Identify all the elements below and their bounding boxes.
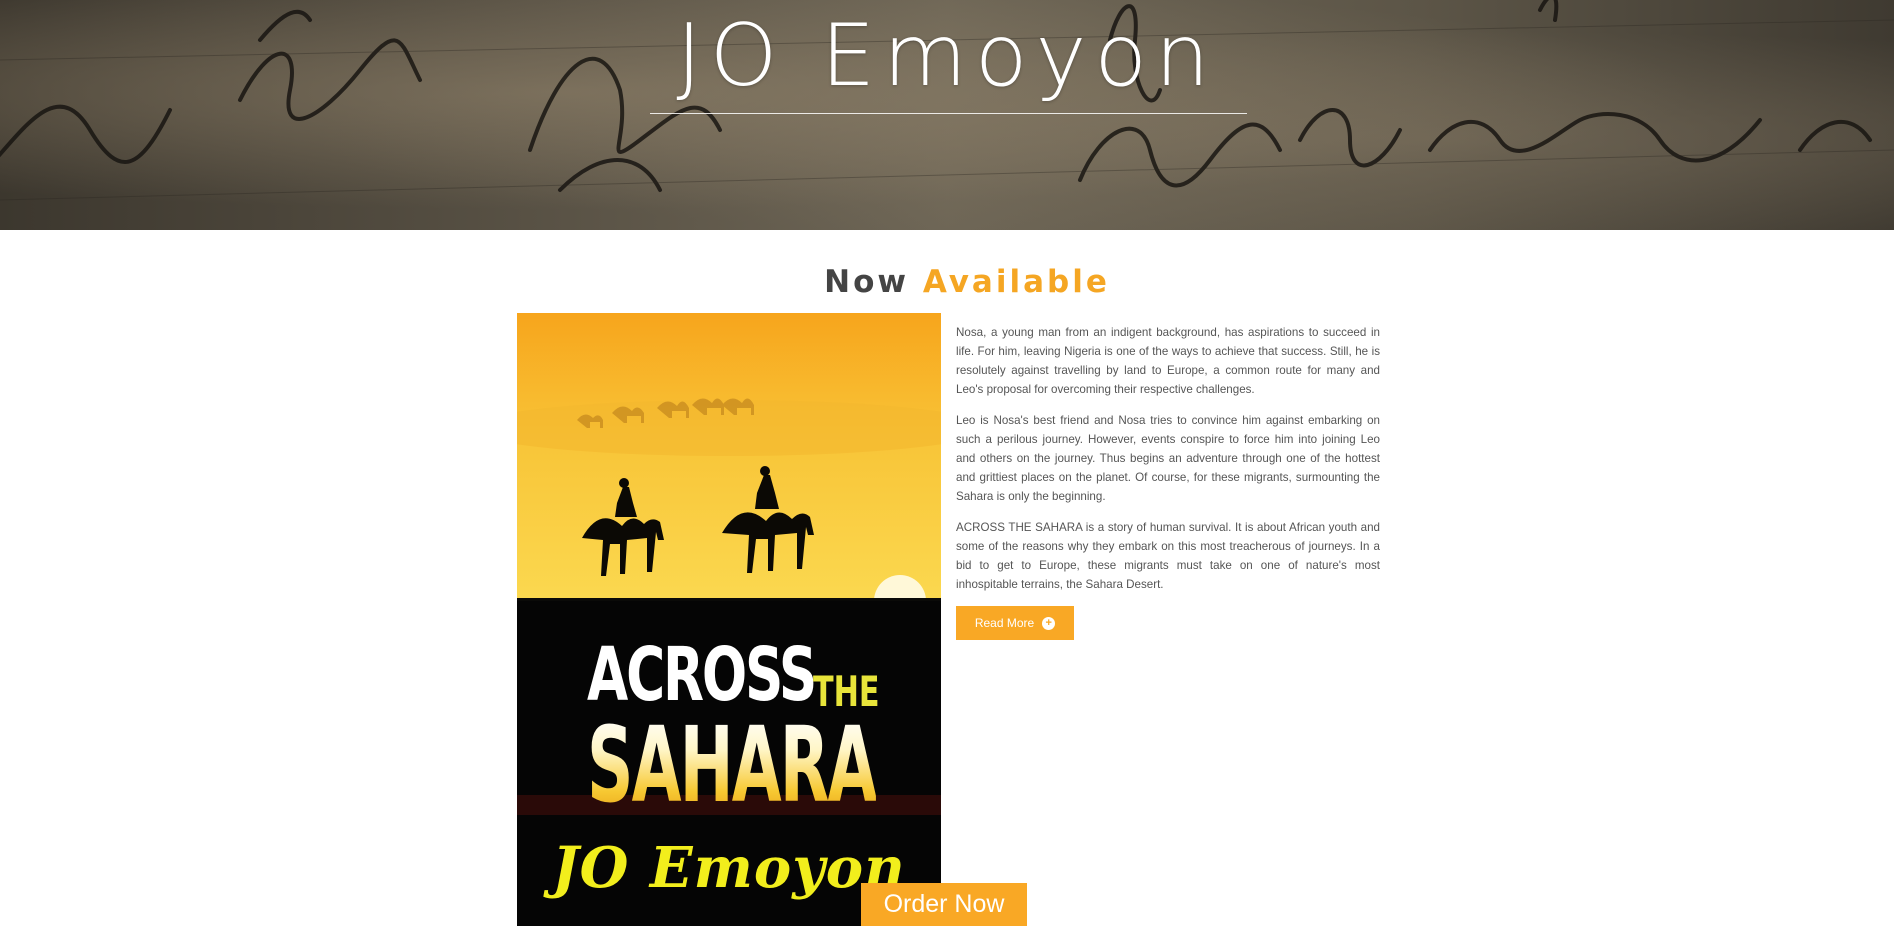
book-description: Nosa, a young man from an indigent backg… (956, 323, 1380, 606)
cover-title-sahara: SAHARA (587, 704, 877, 826)
read-more-button[interactable]: Read More + (956, 606, 1074, 640)
hero-banner: JO Emoyon (0, 0, 1894, 230)
description-paragraph: ACROSS THE SAHARA is a story of human su… (956, 521, 1380, 591)
heading-word-now: Now (824, 264, 910, 300)
read-more-label: Read More (974, 616, 1035, 630)
order-now-button[interactable]: Order Now (861, 883, 1027, 926)
book-cover[interactable]: ACROSS THE SAHARA JO Emoyon (517, 313, 941, 926)
title-divider (650, 113, 1247, 114)
plus-circle-icon: + (1042, 616, 1056, 630)
description-paragraph: Leo is Nosa's best friend and Nosa tries… (956, 414, 1380, 503)
heading-word-available: Available (922, 264, 1110, 300)
cover-title-across: ACROSS (587, 632, 817, 718)
description-paragraph: Nosa, a young man from an indigent backg… (956, 326, 1380, 396)
section-heading: Now Available (0, 262, 1894, 302)
site-title: JO Emoyon (676, 6, 1218, 106)
